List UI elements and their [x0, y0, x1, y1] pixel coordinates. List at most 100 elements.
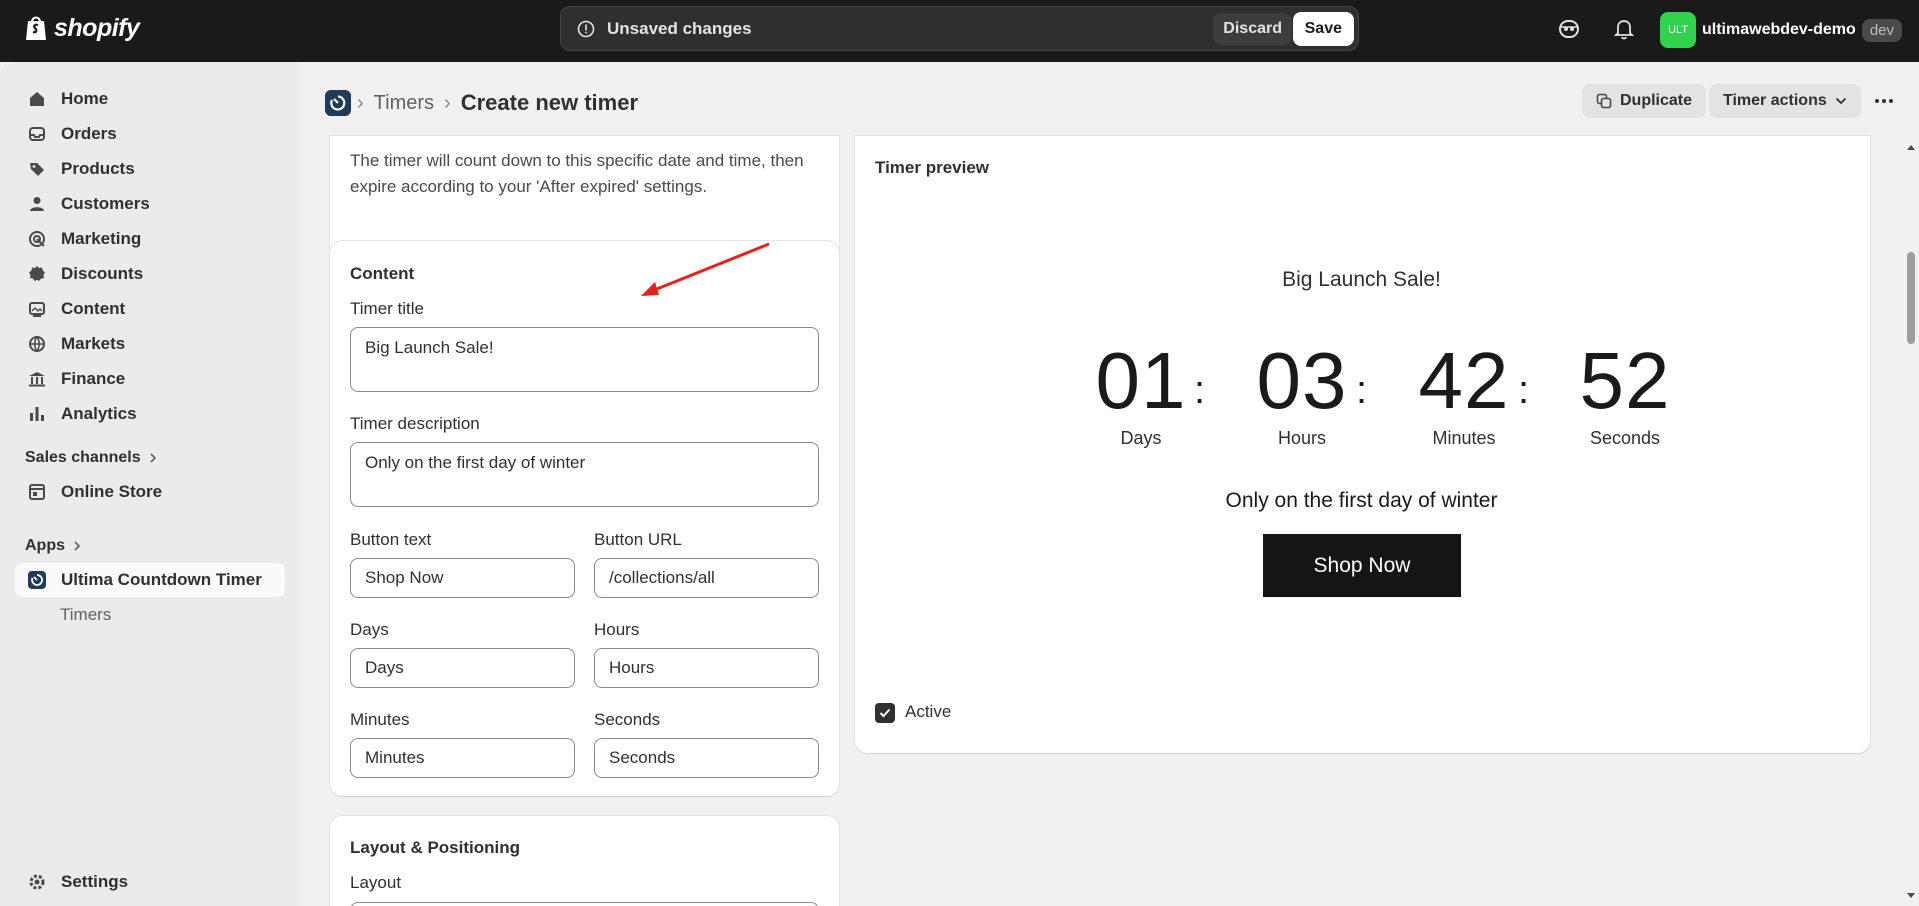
preview-hours-unit: 03 Hours: [1242, 336, 1362, 449]
preview-shop-now-button[interactable]: Shop Now: [1263, 534, 1461, 597]
preview-days-label: Days: [1120, 428, 1162, 448]
breadcrumb-separator: ›: [357, 91, 364, 114]
days-input[interactable]: Days: [350, 648, 575, 688]
active-checkbox[interactable]: [875, 703, 895, 723]
main-content: › Timers › Create new timer Duplicate Ti…: [300, 62, 1919, 906]
shopify-logo[interactable]: shopify: [24, 12, 140, 44]
sidebar-item-customers[interactable]: Customers: [15, 187, 285, 221]
unsaved-changes-bar: Unsaved changes Discard Save: [560, 6, 1359, 51]
preview-hours-value: 03: [1256, 336, 1348, 425]
sidebar-item-discounts[interactable]: Discounts: [15, 257, 285, 291]
bank-icon: [29, 372, 45, 387]
sidebar-item-content[interactable]: Content: [15, 292, 285, 326]
bar-chart-icon: [30, 407, 44, 421]
sidebar-item-label: Discounts: [61, 264, 144, 283]
top-bar: shopify Unsaved changes Discard Save ULT…: [0, 0, 1919, 62]
save-button[interactable]: Save: [1292, 12, 1354, 46]
sidebar-item-label: Finance: [61, 369, 126, 388]
button-text-label: Button text: [350, 530, 432, 549]
timer-actions-label: Timer actions: [1723, 92, 1827, 109]
sidebar-item-products[interactable]: Products: [15, 152, 285, 186]
breadcrumb-timers-link[interactable]: Timers: [374, 92, 434, 115]
timer-title-input[interactable]: Big Launch Sale!: [350, 327, 819, 392]
button-text-input[interactable]: Shop Now: [350, 558, 575, 598]
sidebar-item-finance[interactable]: Finance: [15, 362, 285, 396]
sidekick-icon[interactable]: [1557, 17, 1581, 41]
timer-app-icon: [28, 571, 46, 589]
layout-select[interactable]: [350, 902, 819, 906]
store-menu[interactable]: ULT ultimawebdev-demo dev: [1660, 12, 1902, 48]
preview-seconds-unit: 52 Seconds: [1565, 336, 1685, 449]
sidebar-item-label: Orders: [61, 124, 117, 143]
globe-icon: [29, 336, 45, 353]
scroll-up-arrow-icon[interactable]: [1906, 143, 1916, 151]
preview-separator: :: [1194, 368, 1206, 412]
apps-section[interactable]: Apps: [25, 537, 81, 555]
layout-label: Layout: [350, 873, 402, 892]
sales-channels-section[interactable]: Sales channels: [25, 449, 157, 467]
minutes-input[interactable]: Minutes: [350, 738, 575, 778]
preview-minutes-label: Minutes: [1432, 428, 1496, 448]
dev-badge: dev: [1861, 18, 1902, 42]
content-card: Content Timer title Big Launch Sale! Tim…: [330, 241, 839, 796]
preview-separator: :: [1518, 368, 1530, 412]
sidebar-item-label: Timers: [60, 605, 112, 624]
timer-actions-button[interactable]: Timer actions: [1709, 84, 1861, 118]
shopify-wordmark: shopify: [54, 13, 140, 42]
preview-minutes-unit: 42 Minutes: [1404, 336, 1524, 449]
sidebar-item-timers[interactable]: Timers: [15, 598, 285, 632]
timer-app-icon[interactable]: [325, 90, 351, 116]
sidebar-item-label: Online Store: [61, 482, 163, 501]
sidebar-item-label: Analytics: [61, 404, 137, 423]
home-icon: [30, 92, 44, 106]
timer-description-input[interactable]: Only on the first day of winter: [350, 442, 819, 507]
sidebar-item-settings[interactable]: Settings: [15, 865, 285, 899]
sidebar-item-orders[interactable]: Orders: [15, 117, 285, 151]
hours-label: Hours: [594, 620, 640, 639]
sidebar-item-home[interactable]: Home: [15, 82, 285, 116]
preview-seconds-value: 52: [1579, 336, 1671, 425]
chevron-right-icon: [74, 541, 81, 551]
page-scrollbar[interactable]: [1903, 140, 1919, 906]
sidebar-item-label: Marketing: [61, 229, 142, 248]
more-actions-icon[interactable]: [1870, 91, 1898, 111]
sidebar-item-label: Customers: [61, 194, 150, 213]
preview-seconds-label: Seconds: [1589, 428, 1661, 448]
seconds-label: Seconds: [594, 710, 661, 729]
content-heading: Content: [350, 264, 415, 283]
bell-icon[interactable]: [1612, 17, 1636, 41]
timer-title-label: Timer title: [350, 299, 424, 318]
active-label: Active: [905, 702, 952, 721]
layout-positioning-heading: Layout & Positioning: [350, 838, 520, 857]
image-icon: [29, 302, 45, 317]
sidebar-item-label: Products: [61, 159, 135, 178]
sidebar-item-label: Home: [61, 89, 109, 108]
button-url-input[interactable]: /collections/all: [594, 558, 819, 598]
scrollbar-thumb[interactable]: [1907, 252, 1915, 344]
discard-button[interactable]: Discard: [1213, 13, 1292, 45]
tag-icon: [30, 163, 44, 176]
sidebar-item-label: Markets: [61, 334, 126, 353]
seconds-input[interactable]: Seconds: [594, 738, 819, 778]
page-title: Create new timer: [460, 90, 639, 115]
duplicate-button[interactable]: Duplicate: [1582, 84, 1707, 118]
sidebar: Home Orders Products Customers Marketing…: [0, 62, 300, 906]
days-label: Days: [350, 620, 389, 639]
breadcrumb: › Timers › Create new timer: [357, 90, 638, 116]
button-url-label: Button URL: [594, 530, 682, 549]
sales-channels-label: Sales channels: [25, 449, 141, 466]
preview-hours-label: Hours: [1277, 428, 1326, 448]
sidebar-item-ultima-countdown-timer[interactable]: Ultima Countdown Timer: [15, 563, 285, 597]
hours-input[interactable]: Hours: [594, 648, 819, 688]
timer-preview-heading: Timer preview: [875, 158, 990, 177]
duplicate-label: Duplicate: [1620, 92, 1693, 109]
sidebar-item-marketing[interactable]: Marketing: [15, 222, 285, 256]
scroll-down-arrow-icon[interactable]: [1906, 892, 1916, 900]
sidebar-item-markets[interactable]: Markets: [15, 327, 285, 361]
sidebar-item-online-store[interactable]: Online Store: [15, 475, 285, 509]
schedule-help-text: The timer will count down to this specif…: [350, 151, 804, 196]
shopify-bag-icon: [26, 16, 46, 40]
preview-timer-description: Only on the first day of winter: [1225, 489, 1498, 512]
sidebar-item-analytics[interactable]: Analytics: [15, 397, 285, 431]
sidebar-item-label: Ultima Countdown Timer: [61, 570, 262, 589]
